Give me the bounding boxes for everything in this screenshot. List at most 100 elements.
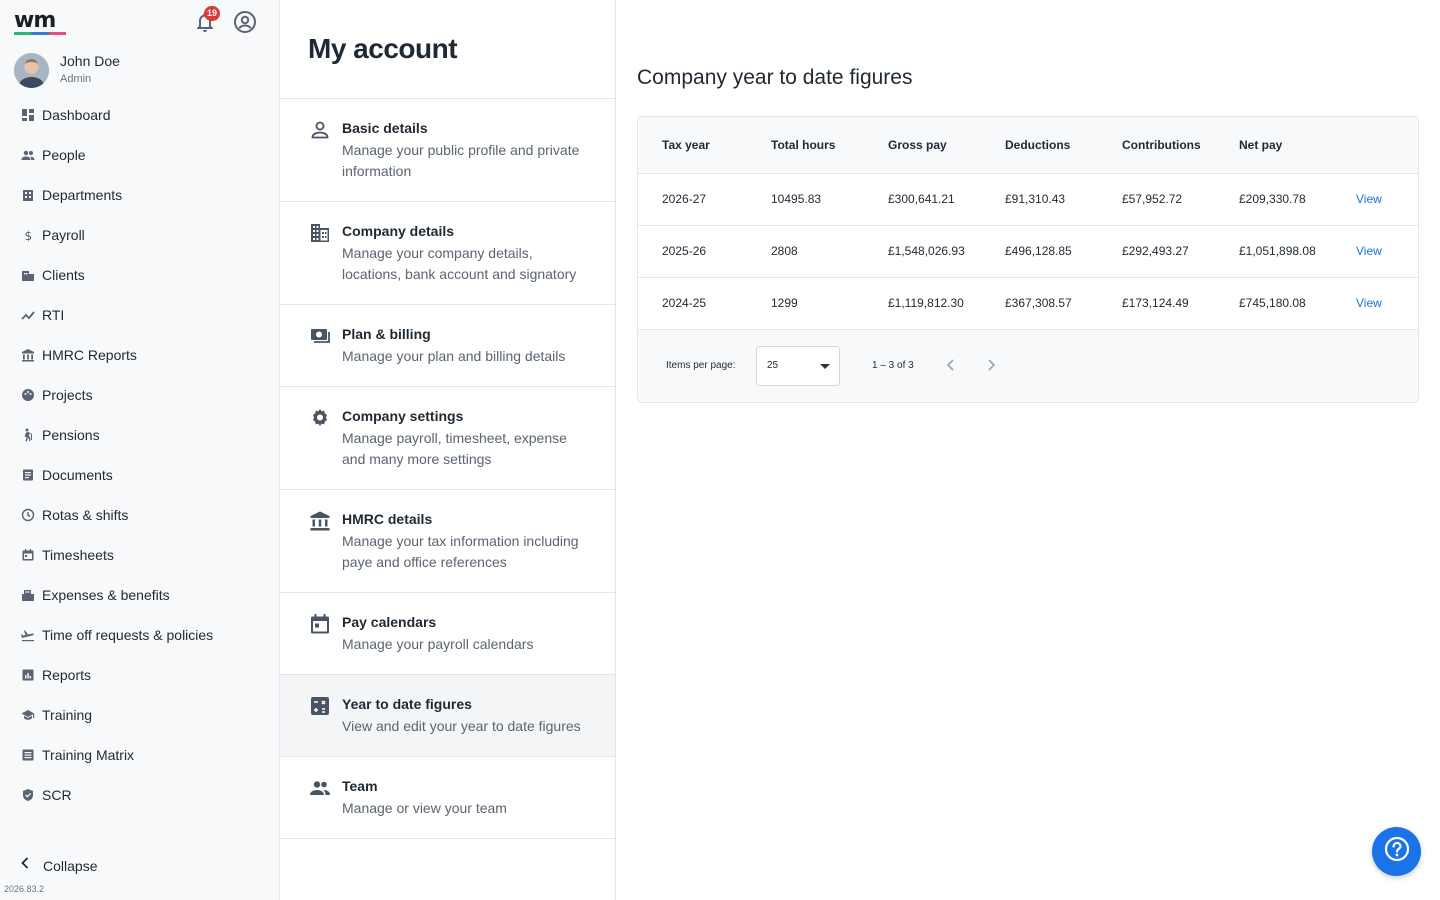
sidebar-item-label: Timesheets [42,547,114,563]
sidebar-item-pensions[interactable]: Pensions [0,415,279,455]
next-page-button[interactable] [983,357,999,373]
plane-icon [21,628,35,642]
ytd-table: Tax year Total hours Gross pay Deduction… [638,117,1418,329]
help-button[interactable] [1372,827,1421,876]
sidebar-item-rti[interactable]: RTI [0,295,279,335]
column-header[interactable]: Contributions [1098,117,1215,173]
cell-contributions: £57,952.72 [1122,192,1183,206]
avatar[interactable] [14,53,49,88]
sidebar-item-people[interactable]: People [0,135,279,175]
sidebar-item-label: Time off requests & policies [42,627,214,643]
sidebar-item-label: Expenses & benefits [42,587,170,603]
sidebar-item-payroll[interactable]: $ Payroll [0,215,279,255]
column-header[interactable]: Deductions [981,117,1098,173]
sidebar-item-training-matrix[interactable]: Training Matrix [0,735,279,775]
sidebar-item-label: Training [42,707,93,723]
collapse-button[interactable]: Collapse [18,856,97,875]
page-title: My account [308,33,458,64]
sidebar-item-expenses-benefits[interactable]: Expenses & benefits [0,575,279,615]
column-header[interactable]: Tax year [638,117,747,173]
menu-item-title: HMRC details [342,511,433,527]
dropdown-caret-icon [820,364,830,369]
column-header[interactable]: Net pay [1215,117,1332,173]
sidebar-item-documents[interactable]: Documents [0,455,279,495]
sidebar-item-label: Training Matrix [42,747,135,763]
menu-item-title: Year to date figures [342,696,472,712]
sidebar-item-projects[interactable]: Projects [0,375,279,415]
logo[interactable]: wm [14,10,66,35]
sidebar-item-label: SCR [42,787,72,803]
sidebar-item-rotas-shifts[interactable]: Rotas & shifts [0,495,279,535]
bank-icon [21,348,35,362]
menu-item-title: Pay calendars [342,614,437,630]
cell-gross-pay: £1,548,026.93 [888,244,965,258]
previous-page-button[interactable] [943,357,959,373]
clients-icon [21,268,35,282]
cell-net-pay: £1,051,898.08 [1239,244,1316,258]
gear-icon [309,407,331,429]
dollar-icon: $ [21,228,35,242]
menu-item-plan-billing[interactable]: Plan & billing Manage your plan and bill… [280,305,615,387]
menu-item-team[interactable]: Team Manage or view your team [280,757,615,839]
menu-item-company-settings[interactable]: Company settings Manage payroll, timeshe… [280,387,615,490]
column-header[interactable]: Gross pay [864,117,981,173]
group-icon [309,777,331,799]
menu-item-pay-calendars[interactable]: Pay calendars Manage your payroll calend… [280,593,615,675]
cell-gross-pay: £300,641.21 [888,192,955,206]
receipt-icon [21,588,35,602]
view-link[interactable]: View [1332,173,1418,225]
calendar-icon [21,548,35,562]
menu-item-title: Plan & billing [342,326,431,342]
menu-item-company-details[interactable]: Company details Manage your company deta… [280,202,615,305]
column-header[interactable]: Total hours [747,117,864,173]
sidebar-item-timesheets[interactable]: Timesheets [0,535,279,575]
menu-item-title: Team [342,778,378,794]
calendar-icon [309,613,331,635]
sidebar: wm 19 John Doe Admin Dashboard People De… [0,0,280,900]
sidebar-item-label: Clients [42,267,85,283]
notification-badge: 19 [204,6,220,21]
sidebar-item-time-off[interactable]: Time off requests & policies [0,615,279,655]
paginator: Items per page: 25 1 – 3 of 3 [638,329,1418,402]
view-link[interactable]: View [1332,277,1418,329]
cell-total-hours: 10495.83 [771,192,822,206]
cell-deductions: £496,128.85 [1005,244,1072,258]
school-icon [21,708,35,722]
sidebar-item-label: HMRC Reports [42,347,137,363]
sidebar-item-label: RTI [42,307,65,323]
sidebar-item-training[interactable]: Training [0,695,279,735]
table-row: 2026-27 10495.83 £300,641.21 £91,310.43 … [638,173,1418,225]
sidebar-item-scr[interactable]: SCR [0,775,279,815]
sidebar-item-departments[interactable]: Departments [0,175,279,215]
user-role: Admin [60,73,92,85]
ytd-table-card: Tax year Total hours Gross pay Deduction… [637,116,1419,403]
bank-icon [309,510,331,532]
column-header [1332,117,1418,173]
calculator-icon [309,695,331,717]
version-label: 2026.83.2 [4,884,45,894]
menu-item-desc: Manage your payroll calendars [342,636,534,652]
menu-item-basic-details[interactable]: Basic details Manage your public profile… [280,99,615,202]
items-per-page-label: Items per page: [666,360,736,371]
svg-text:$: $ [25,229,33,242]
clock-icon [21,508,35,522]
building-icon [21,188,35,202]
sidebar-item-clients[interactable]: Clients [0,255,279,295]
account-circle-icon[interactable] [233,10,257,34]
palette-icon [21,388,35,402]
menu-item-desc: Manage or view your team [342,800,507,816]
items-per-page-select[interactable]: 25 [756,346,840,386]
menu-item-hmrc-details[interactable]: HMRC details Manage your tax information… [280,490,615,593]
menu-item-title: Basic details [342,120,428,136]
sidebar-item-label: Documents [42,467,113,483]
sidebar-item-reports[interactable]: Reports [0,655,279,695]
elderly-icon [21,428,35,442]
table-header-row: Tax year Total hours Gross pay Deduction… [638,117,1418,173]
sidebar-item-hmrc-reports[interactable]: HMRC Reports [0,335,279,375]
people-icon [21,148,35,162]
menu-item-desc: Manage payroll, timesheet, expense and m… [342,430,567,467]
person-icon [309,119,331,141]
sidebar-item-dashboard[interactable]: Dashboard [0,95,279,135]
menu-item-year-to-date[interactable]: Year to date figures View and edit your … [280,675,615,757]
view-link[interactable]: View [1332,225,1418,277]
